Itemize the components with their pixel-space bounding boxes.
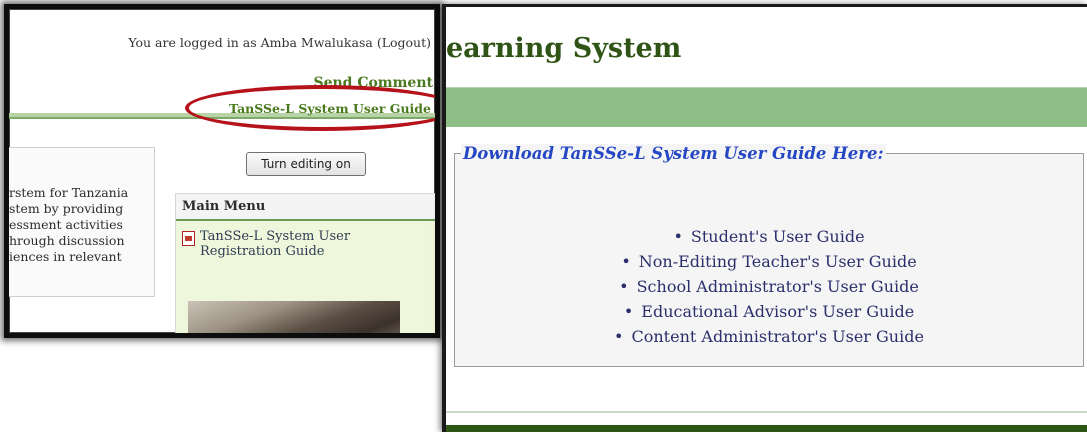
download-box: Download TanSSe-L System User Guide Here… — [454, 144, 1084, 367]
main-menu-block: Main Menu TanSSe-L System User Registrat… — [175, 193, 435, 333]
navigation-band — [446, 87, 1087, 127]
guide-label: Content Administrator's User Guide — [631, 327, 924, 346]
intro-line: hrough discussion — [9, 233, 125, 248]
pdf-icon — [182, 231, 195, 246]
guide-label: Student's User Guide — [690, 227, 865, 246]
footer-band — [446, 425, 1087, 432]
guide-link-student[interactable]: • Student's User Guide — [455, 224, 1083, 249]
logout-link[interactable]: (Logout) — [377, 35, 431, 50]
guide-link-educational-advisor[interactable]: • Educational Advisor's User Guide — [455, 299, 1083, 324]
guide-link-school-administrator[interactable]: • School Administrator's User Guide — [455, 274, 1083, 299]
left-screenshot-panel: You are logged in as Amba Mwalukasa (Log… — [4, 4, 440, 338]
bullet-icon: • — [614, 327, 624, 346]
menu-item-label: TanSSe-L System User Registration Guide — [200, 229, 351, 259]
guide-label: Non-Editing Teacher's User Guide — [638, 252, 917, 271]
bullet-icon: • — [623, 302, 634, 321]
guide-link-content-administrator[interactable]: • Content Administrator's User Guide — [455, 324, 1083, 349]
intro-line: rstem for Tanzania — [9, 185, 129, 200]
bullet-icon: • — [619, 277, 629, 296]
menu-item-registration-guide[interactable]: TanSSe-L System User Registration Guide — [182, 229, 380, 259]
bullet-icon: • — [673, 227, 683, 246]
footer-rule — [446, 411, 1087, 413]
guide-list: • Student's User Guide • Non-Editing Teach… — [455, 224, 1083, 349]
guide-label: Educational Advisor's User Guide — [641, 302, 915, 321]
site-title: earning System — [446, 33, 682, 64]
highlight-oval — [185, 85, 435, 131]
login-info: You are logged in as Amba Mwalukasa (Log… — [128, 35, 431, 50]
turn-editing-button[interactable]: Turn editing on — [246, 152, 366, 176]
classroom-photo — [188, 301, 400, 333]
guide-link-non-editing-teacher[interactable]: • Non-Editing Teacher's User Guide — [455, 249, 1083, 274]
intro-text: rstem for Tanzania stem by providing ess… — [9, 185, 155, 265]
main-menu-title: Main Menu — [176, 194, 435, 221]
download-heading: Download TanSSe-L System User Guide Here… — [461, 144, 886, 163]
intro-line: essment activities — [9, 217, 123, 232]
main-menu-body: TanSSe-L System User Registration Guide — [176, 221, 435, 333]
intro-line: stem by providing — [9, 201, 124, 216]
login-text: You are logged in as Amba Mwalukasa — [128, 35, 373, 50]
intro-line: iences in relevant — [9, 249, 122, 264]
bullet-icon: • — [621, 252, 631, 271]
right-screenshot-panel: earning System Download TanSSe-L System … — [442, 4, 1087, 432]
guide-label: School Administrator's User Guide — [636, 277, 919, 296]
